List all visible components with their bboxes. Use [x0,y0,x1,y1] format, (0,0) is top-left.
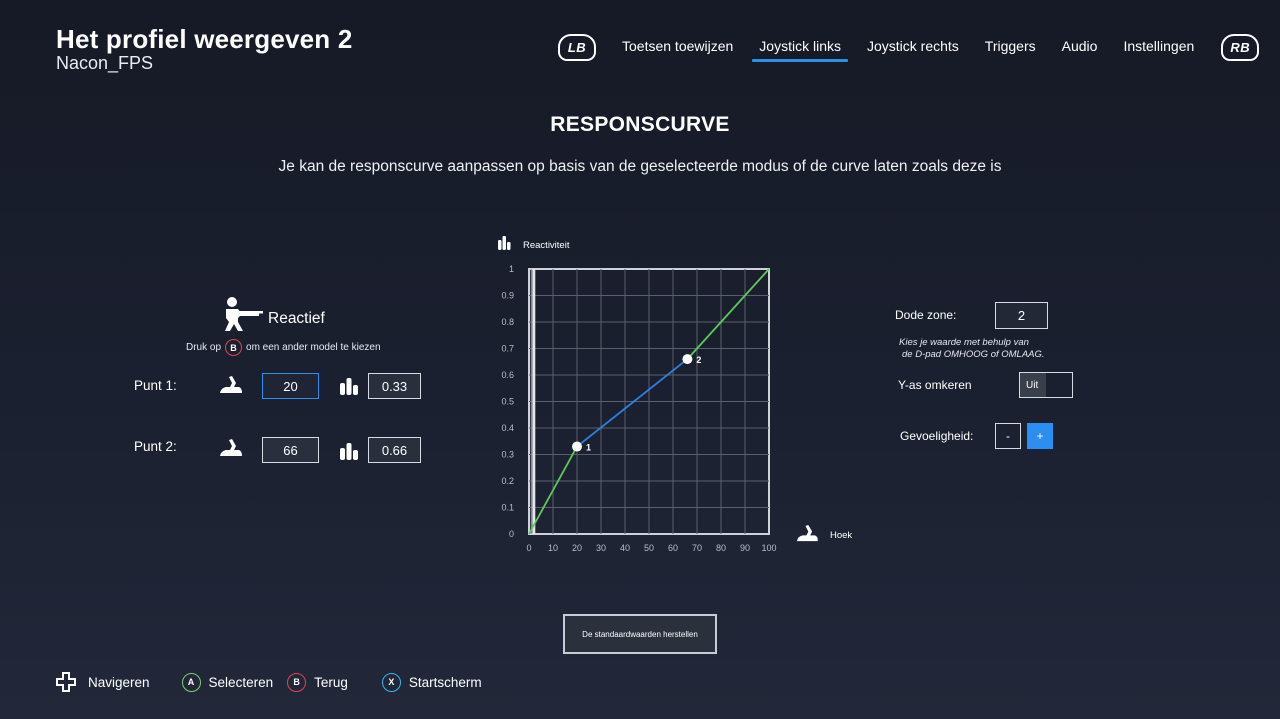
rb-bumper-button[interactable]: RB [1221,33,1260,61]
tab-key-mapping[interactable]: Toetsen toewijzen [615,32,740,62]
invert-y-label: Y-as omkeren [898,378,972,392]
footer-hints: Navigeren A Selecteren B Terug X Startsc… [56,670,496,694]
point-1-reactivity-input[interactable]: 0.33 [368,373,421,399]
dead-zone-note-1: Kies je waarde met behulp van [899,337,1029,348]
dead-zone-note-2: de D-pad OMHOOG of OMLAAG. [902,349,1045,360]
hint-suffix: om een ander model te kiezen [246,342,381,353]
tab-left-joystick[interactable]: Joystick links [752,32,848,62]
b-button-icon: B [287,672,307,692]
angle-axis-icon [796,524,818,542]
select-label: Selecteren [208,674,274,690]
response-curve-chart[interactable]: Reactiviteit Hoek 0 10 20 30 40 50 60 70 80 90 100… [488,228,868,564]
x-button-icon: X [381,672,401,692]
select-hint[interactable]: A Selecteren [181,672,274,692]
dead-zone-input[interactable]: 2 [995,302,1048,329]
navigate-label: Navigeren [88,674,150,690]
y-tick-label: 0.6 [501,370,514,380]
section-title: RESPONSCURVE [550,113,730,136]
x-tick-label: 10 [548,543,558,553]
y-tick-label: 0.3 [501,450,514,460]
x-tick-label: 0 [526,543,531,553]
invert-y-value: Uit [1026,379,1039,391]
reactivity-icon [340,443,358,460]
x-tick-label: 40 [620,543,630,553]
y-tick-label: 0.9 [501,291,514,301]
y-tick-label: 0.8 [501,317,514,327]
joystick-angle-icon [220,376,242,393]
y-tick-label: 0.4 [501,423,514,433]
y-tick-label: 0.2 [501,476,514,486]
shooter-icon [225,297,263,331]
tab-bar: LB Toetsen toewijzen Joystick links Joys… [558,30,1260,64]
curve-segment [576,358,688,448]
tab-audio[interactable]: Audio [1055,32,1105,62]
control-point-label: 1 [586,443,591,453]
y-tick-label: 0 [509,529,514,539]
x-tick-label: 100 [761,543,776,553]
point-1-angle-input[interactable]: 20 [262,373,319,399]
y-tick-label: 0.1 [501,503,514,513]
tab-settings[interactable]: Instellingen [1116,32,1201,62]
back-label: Terug [314,674,348,690]
point-2-angle-input[interactable]: 66 [262,437,319,463]
x-axis-title: Hoek [830,530,852,541]
point-2-reactivity-input[interactable]: 0.66 [368,437,421,463]
y-tick-label: 1 [509,264,514,274]
profile-name: Nacon_FPS [56,53,154,73]
curve-segment [686,268,770,360]
x-tick-label: 50 [644,543,654,553]
x-tick-label: 30 [596,543,606,553]
x-tick-label: 90 [740,543,750,553]
x-tick-label: 20 [572,543,582,553]
y-tick-label: 0.7 [501,344,514,354]
point-2-label: Punt 2: [134,439,177,454]
dpad-icon [56,672,76,692]
model-name: Reactief [268,310,325,327]
reset-defaults-button[interactable]: De standaardwaarden herstellen [563,614,717,654]
x-tick-label: 80 [716,543,726,553]
y-tick-label: 0.5 [501,397,514,407]
page-title: Het profiel weergeven 2 [56,24,353,54]
control-point[interactable] [682,354,693,365]
control-point[interactable] [572,441,582,452]
section-description: Je kan de responscurve aanpassen op basi… [278,158,1002,175]
invert-y-toggle[interactable]: Uit [1019,372,1073,398]
joystick-angle-icon [220,439,242,456]
control-point-label: 2 [696,355,701,365]
model-hint: Druk op B om een ander model te kiezen [186,339,381,356]
sensitivity-increase-button[interactable]: + [1027,423,1053,449]
home-hint[interactable]: X Startscherm [381,672,482,692]
back-hint[interactable]: B Terug [287,672,348,692]
a-button-icon: A [181,672,201,692]
home-label: Startscherm [408,674,482,690]
b-button-icon: B [225,339,243,356]
lb-bumper-button[interactable]: LB [558,33,596,61]
navigate-hint: Navigeren [56,672,150,692]
sensitivity-label: Gevoeligheid: [900,429,974,443]
reactivity-axis-icon [498,236,511,250]
tab-right-joystick[interactable]: Joystick rechts [860,32,966,62]
dead-zone-label: Dode zone: [895,308,957,322]
y-axis-title: Reactiviteit [523,240,570,251]
x-tick-label: 70 [692,543,702,553]
tab-triggers[interactable]: Triggers [978,32,1043,62]
reactivity-icon [340,378,358,395]
sensitivity-decrease-button[interactable]: - [995,423,1021,449]
x-tick-label: 60 [668,543,678,553]
point-1-label: Punt 1: [134,378,177,393]
hint-prefix: Druk op [186,342,222,353]
